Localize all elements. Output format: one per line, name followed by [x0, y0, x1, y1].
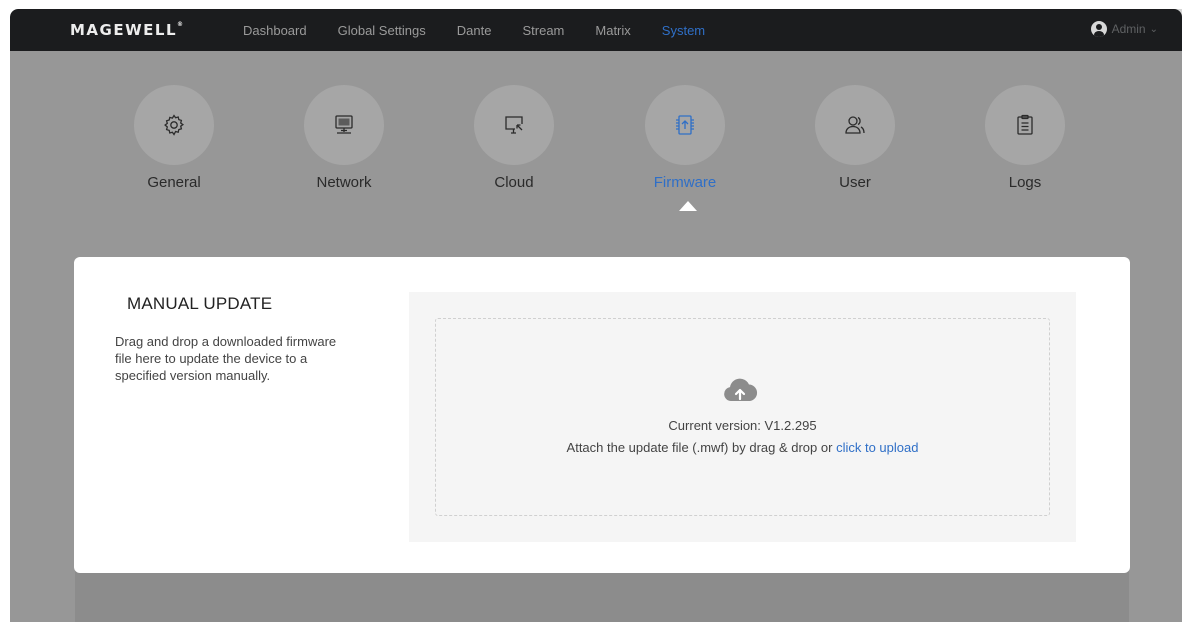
upload-panel: Current version: V1.2.295 Attach the upd…	[409, 292, 1076, 542]
tab-user-label: User	[839, 174, 871, 191]
tab-general[interactable]: General	[89, 85, 259, 215]
cloud-upload-icon	[724, 378, 758, 401]
users-icon	[815, 85, 895, 165]
nav-system[interactable]: System	[662, 23, 705, 38]
gear-icon	[134, 85, 214, 165]
firmware-dropzone[interactable]: Current version: V1.2.295 Attach the upd…	[435, 318, 1050, 516]
tab-firmware-label: Firmware	[653, 174, 717, 191]
nav-dashboard[interactable]: Dashboard	[243, 23, 307, 38]
user-avatar-icon	[1090, 21, 1107, 37]
tab-logs-label: Logs	[1008, 174, 1042, 191]
cloud-monitor-icon	[474, 85, 554, 165]
manual-update-panel: MANUAL UPDATE Drag and drop a downloaded…	[74, 257, 1130, 573]
attach-text: Attach the update file (.mwf) by drag & …	[566, 440, 837, 455]
nav-dante[interactable]: Dante	[457, 23, 492, 38]
user-menu[interactable]: Admin ⌄	[1090, 21, 1158, 37]
user-name: Admin	[1111, 22, 1146, 36]
click-to-upload-link[interactable]: click to upload	[836, 440, 918, 455]
monitor-network-icon	[304, 85, 384, 165]
tab-firmware[interactable]: Firmware	[600, 85, 770, 215]
app-window: MAGEWELL® Dashboard Global Settings Dant…	[10, 9, 1182, 622]
tab-cloud-label: Cloud	[494, 174, 534, 191]
nav-matrix[interactable]: Matrix	[595, 23, 630, 38]
magewell-logo[interactable]: MAGEWELL®	[70, 21, 183, 39]
nav-global-settings[interactable]: Global Settings	[338, 23, 426, 38]
manual-update-description: Drag and drop a downloaded firmware file…	[115, 334, 337, 383]
dimmed-page-background: General Network Cloud Firmware User Logs…	[10, 51, 1182, 622]
nav-stream[interactable]: Stream	[522, 23, 564, 38]
tab-general-label: General	[147, 174, 201, 191]
tab-network[interactable]: Network	[259, 85, 429, 215]
tab-network-label: Network	[316, 174, 372, 191]
clipboard-icon	[985, 85, 1065, 165]
tab-user[interactable]: User	[770, 85, 940, 215]
tab-logs[interactable]: Logs	[940, 85, 1110, 215]
chevron-down-icon: ⌄	[1149, 23, 1158, 35]
firmware-chip-icon	[645, 85, 725, 165]
manual-update-title: MANUAL UPDATE	[127, 294, 273, 313]
main-nav: Dashboard Global Settings Dante Stream M…	[243, 9, 736, 51]
current-version-text: Current version: V1.2.295	[668, 418, 817, 433]
tab-cloud[interactable]: Cloud	[429, 85, 599, 215]
active-tab-pointer	[679, 201, 697, 211]
attach-instructions: Attach the update file (.mwf) by drag & …	[436, 440, 1049, 455]
top-navigation-bar: MAGEWELL® Dashboard Global Settings Dant…	[10, 9, 1182, 51]
